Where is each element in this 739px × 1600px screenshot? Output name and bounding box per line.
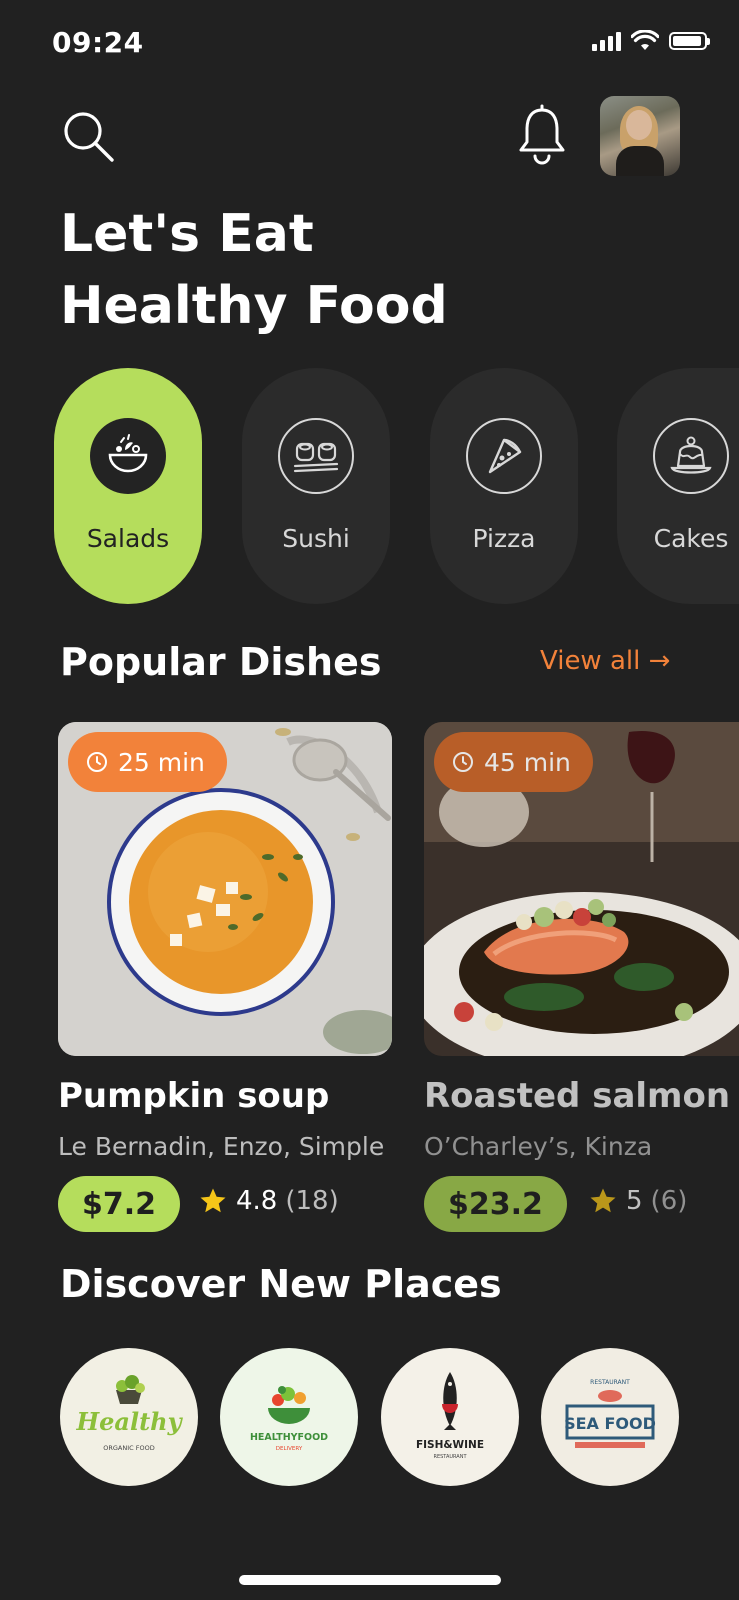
view-all-link[interactable]: View all →: [540, 646, 670, 676]
dish-name[interactable]: Pumpkin soup: [58, 1076, 329, 1116]
dish-rating: 4.8 (18): [198, 1186, 339, 1216]
category-cakes[interactable]: Cakes: [617, 368, 739, 604]
avatar-face: [626, 110, 652, 140]
popular-dishes-title: Popular Dishes: [60, 640, 382, 684]
bell-icon[interactable]: [516, 104, 568, 168]
wifi-icon: [631, 30, 659, 50]
home-indicator[interactable]: [239, 1575, 501, 1585]
page-title-line2: Healthy Food: [60, 276, 448, 336]
rating-value: 5: [626, 1186, 643, 1216]
place-logo-healthy[interactable]: Healthy ORGANIC FOOD: [60, 1348, 198, 1486]
pizza-slice-icon: [466, 418, 542, 494]
sushi-icon: [278, 418, 354, 494]
place-logo-seafood[interactable]: RESTAURANT SEA FOOD: [541, 1348, 679, 1486]
category-label: Pizza: [472, 524, 536, 553]
sea-food-logo: RESTAURANT SEA FOOD: [564, 1379, 656, 1448]
page-title: Let's Eat Healthy Food: [60, 198, 448, 342]
status-icons: [592, 30, 710, 52]
signal-icon: [592, 31, 621, 51]
category-salads[interactable]: Salads: [54, 368, 202, 604]
place-logo-subtext: RESTAURANT: [590, 1379, 630, 1386]
category-label: Cakes: [653, 524, 729, 553]
place-logo-subtext: RESTAURANT: [433, 1454, 467, 1460]
category-sushi[interactable]: Sushi: [242, 368, 390, 604]
battery-icon: [669, 32, 710, 50]
prep-time-badge: 45 min: [434, 732, 593, 792]
avatar[interactable]: [600, 96, 680, 176]
clock-icon: [87, 752, 107, 772]
star-icon: [590, 1188, 616, 1213]
category-label: Salads: [86, 524, 170, 553]
rating-count: (6): [650, 1186, 688, 1216]
prep-time-badge: 25 min: [68, 732, 227, 792]
category-label: Sushi: [282, 524, 350, 553]
place-logo-text: Healthy: [75, 1407, 183, 1436]
dish-rating: 5 (6): [588, 1186, 687, 1216]
healthyfood-delivery-logo: HEALTHYFOOD DELIVERY: [250, 1386, 328, 1452]
dish-image-pumpkin-soup[interactable]: 25 min: [58, 722, 392, 1056]
rating-value: 4.8: [236, 1186, 278, 1216]
place-logo-text: SEA FOOD: [564, 1414, 656, 1433]
dish-restaurants: O’Charley’s, Kinza: [424, 1132, 653, 1161]
view-all-label: View all: [540, 646, 641, 676]
place-logo-subtext: DELIVERY: [276, 1446, 303, 1452]
search-icon[interactable]: [62, 110, 116, 164]
discover-title: Discover New Places: [60, 1262, 502, 1306]
place-logo-fishwine[interactable]: FISH&WINE RESTAURANT: [381, 1348, 519, 1486]
healthy-organic-logo: Healthy ORGANIC FOOD: [75, 1375, 184, 1452]
dish-price: $23.2: [424, 1176, 567, 1232]
salad-bowl-icon: [90, 418, 166, 494]
dish-price: $7.2: [58, 1176, 181, 1232]
dish-name[interactable]: Roasted salmon: [424, 1076, 730, 1116]
cake-icon: [653, 418, 729, 494]
fish-wine-logo: FISH&WINE RESTAURANT: [416, 1372, 484, 1460]
arrow-right-icon: →: [648, 646, 671, 676]
place-logo-subtext: ORGANIC FOOD: [103, 1444, 154, 1452]
clock-icon: [453, 752, 473, 772]
prep-time-text: 45 min: [484, 747, 571, 777]
avatar-body: [616, 146, 664, 176]
status-time: 09:24: [52, 26, 144, 59]
dish-image-roasted-salmon[interactable]: 45 min: [424, 722, 739, 1056]
page-title-line1: Let's Eat: [60, 204, 314, 264]
star-icon: [200, 1188, 226, 1213]
rating-count: (18): [285, 1186, 339, 1216]
place-logo-healthyfood[interactable]: HEALTHYFOOD DELIVERY: [220, 1348, 358, 1486]
place-logo-text: HEALTHYFOOD: [250, 1432, 328, 1443]
prep-time-text: 25 min: [118, 747, 205, 777]
dish-restaurants: Le Bernadin, Enzo, Simple: [58, 1132, 385, 1161]
place-logo-text: FISH&WINE: [416, 1439, 484, 1451]
category-pizza[interactable]: Pizza: [430, 368, 578, 604]
